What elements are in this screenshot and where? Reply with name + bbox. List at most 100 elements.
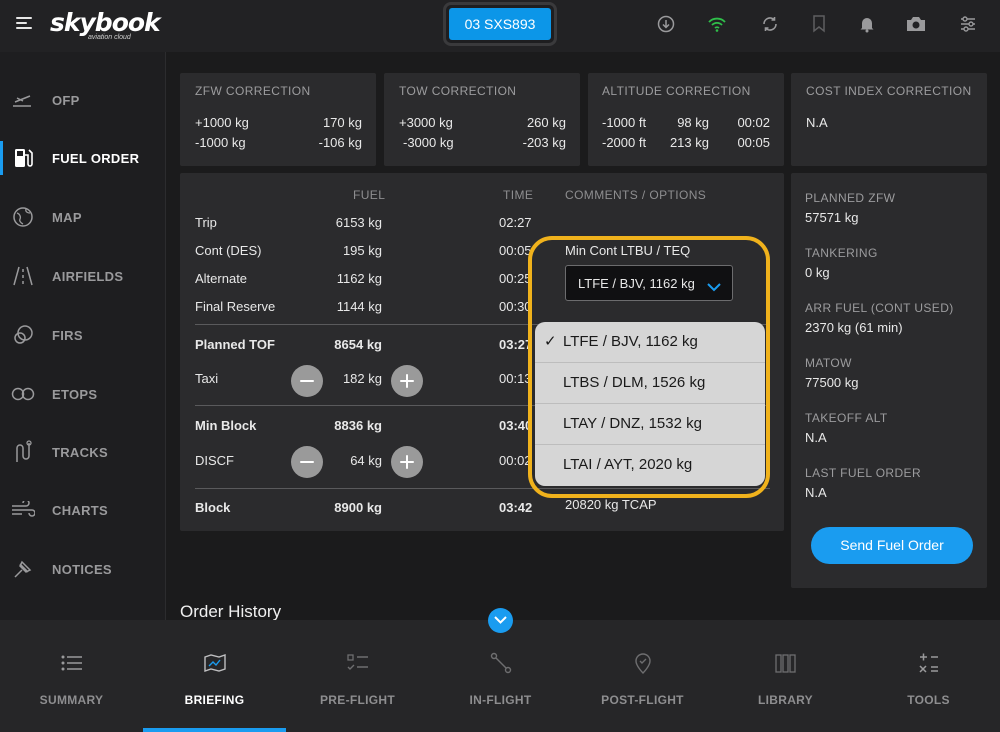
zfw-correction-card: ZFW CORRECTION +1000 kg 170 kg -1000 kg …: [180, 73, 376, 166]
sidebar-item-label: FUEL ORDER: [52, 150, 140, 166]
camera-icon[interactable]: [906, 14, 926, 34]
sidebar-item-label: CHARTS: [52, 502, 108, 518]
tab-label: BRIEFING: [184, 693, 245, 707]
summary-label: LAST FUEL ORDER: [805, 466, 922, 480]
sidebar: OFP FUEL ORDER MAP AIRFIELDS FIRS ETOPS …: [0, 52, 166, 620]
menu-icon[interactable]: [16, 17, 32, 31]
correction-fuel: 213 kg: [669, 135, 709, 150]
fuel-row-label: Final Reserve: [195, 299, 276, 314]
summary-value: N.A: [805, 485, 827, 500]
runway-icon: [11, 264, 35, 288]
time-column-header: TIME: [503, 188, 534, 202]
sidebar-item-airfields[interactable]: AIRFIELDS: [0, 247, 166, 305]
correction-fuel: -106 kg: [318, 135, 362, 150]
sidebar-item-fuel-order[interactable]: FUEL ORDER: [0, 129, 166, 187]
tracks-icon: [11, 440, 35, 464]
tab-pre-flight[interactable]: PRE-FLIGHT: [286, 620, 429, 732]
sidebar-item-tracks[interactable]: TRACKS: [0, 423, 166, 481]
correction-delta: +3000 kg: [399, 115, 453, 130]
sidebar-item-label: TRACKS: [52, 444, 108, 460]
fuel-column-header: FUEL: [353, 188, 386, 202]
wind-icon: [11, 498, 35, 522]
fuel-row-value: 6153 kg: [335, 215, 382, 230]
sidebar-item-ofp[interactable]: OFP: [0, 71, 166, 129]
fuel-row-time: 00:05: [499, 243, 532, 258]
discf-time: 00:02: [499, 453, 532, 468]
comments-column-header: COMMENTS / OPTIONS: [565, 188, 707, 202]
notices-icon: [11, 557, 35, 581]
taxi-fuel: 182 kg: [342, 371, 382, 386]
tab-in-flight[interactable]: IN-FLIGHT: [429, 620, 572, 732]
bell-icon[interactable]: [857, 14, 877, 34]
min-block-label: Min Block: [195, 418, 257, 433]
order-history-title: Order History: [180, 602, 282, 621]
sidebar-item-etops[interactable]: ETOPS: [0, 365, 166, 423]
ofp-icon: [11, 88, 35, 112]
etops-icon: [11, 382, 35, 406]
download-icon[interactable]: [656, 14, 676, 34]
fuel-row-value: 195 kg: [342, 243, 382, 258]
tab-library[interactable]: LIBRARY: [714, 620, 857, 732]
wifi-icon[interactable]: [707, 14, 727, 34]
tab-post-flight[interactable]: POST-FLIGHT: [571, 620, 714, 732]
fuel-pump-icon: [11, 146, 35, 170]
fuel-row-value: 1144 kg: [336, 299, 382, 314]
tab-briefing[interactable]: BRIEFING: [143, 620, 286, 732]
sidebar-item-notices[interactable]: NOTICES: [0, 540, 166, 598]
tab-tools[interactable]: TOOLS: [857, 620, 1000, 732]
block-fuel: 8900 kg: [334, 500, 382, 515]
flight-number: 03 SXS893: [449, 8, 551, 40]
sidebar-item-label: AIRFIELDS: [52, 268, 124, 284]
tab-label: TOOLS: [907, 693, 950, 707]
send-fuel-order-button[interactable]: Send Fuel Order: [811, 527, 973, 564]
sidebar-item-label: OFP: [52, 92, 80, 108]
summary-label: ARR FUEL (CONT USED): [805, 301, 954, 315]
summary-value: 0 kg: [805, 265, 830, 280]
discf-increase-button[interactable]: [391, 446, 423, 478]
route-icon: [490, 652, 512, 674]
fuel-row-label: Cont (DES): [195, 243, 262, 258]
correction-delta: -2000 ft: [602, 135, 647, 150]
block-time: 03:42: [499, 500, 533, 515]
flight-selector-button[interactable]: 03 SXS893: [443, 2, 557, 46]
altitude-correction-card: ALTITUDE CORRECTION -1000 ft 98 kg 00:02…: [588, 73, 784, 166]
fuel-row-label: Trip: [195, 215, 217, 230]
planned-tof-label: Planned TOF: [195, 337, 275, 352]
settings-sliders-icon[interactable]: [958, 14, 978, 34]
tow-correction-card: TOW CORRECTION +3000 kg 260 kg -3000 kg …: [384, 73, 580, 166]
expand-button[interactable]: [488, 608, 513, 633]
sidebar-item-firs[interactable]: FIRS: [0, 306, 166, 364]
bottom-tab-bar: SUMMARY BRIEFING PRE-FLIGHT IN-FLIGHT PO…: [0, 620, 1000, 732]
fuel-row-time: 02:27: [499, 215, 532, 230]
summary-label: MATOW: [805, 356, 852, 370]
bookmark-icon[interactable]: [809, 14, 829, 34]
map-icon: [204, 652, 226, 674]
sidebar-item-label: ETOPS: [52, 386, 98, 402]
discf-decrease-button[interactable]: [291, 446, 323, 478]
discf-fuel: 64 kg: [350, 453, 382, 468]
books-icon: [775, 652, 797, 674]
card-title: COST INDEX CORRECTION: [806, 84, 972, 98]
taxi-decrease-button[interactable]: [291, 365, 323, 397]
checklist-icon: [347, 652, 369, 674]
card-title: TOW CORRECTION: [399, 84, 517, 98]
correction-fuel: -203 kg: [522, 135, 566, 150]
sidebar-item-map[interactable]: MAP: [0, 188, 166, 246]
correction-time: 00:05: [737, 135, 770, 150]
list-icon: [61, 652, 83, 674]
tab-summary[interactable]: SUMMARY: [0, 620, 143, 732]
correction-time: 00:02: [737, 115, 770, 130]
taxi-increase-button[interactable]: [391, 365, 423, 397]
sidebar-item-charts[interactable]: CHARTS: [0, 481, 166, 539]
block-comment: 20820 kg TCAP: [565, 497, 657, 512]
sidebar-item-label: FIRS: [52, 327, 83, 343]
correction-delta: +1000 kg: [195, 115, 249, 130]
min-block-fuel: 8836 kg: [334, 418, 382, 433]
globe-icon: [11, 205, 35, 229]
taxi-time: 00:13: [499, 371, 532, 386]
summary-label: PLANNED ZFW: [805, 191, 896, 205]
tab-label: POST-FLIGHT: [601, 693, 684, 707]
sync-icon[interactable]: [760, 14, 780, 34]
summary-value: 57571 kg: [805, 210, 859, 225]
summary-value: N.A: [805, 430, 827, 445]
